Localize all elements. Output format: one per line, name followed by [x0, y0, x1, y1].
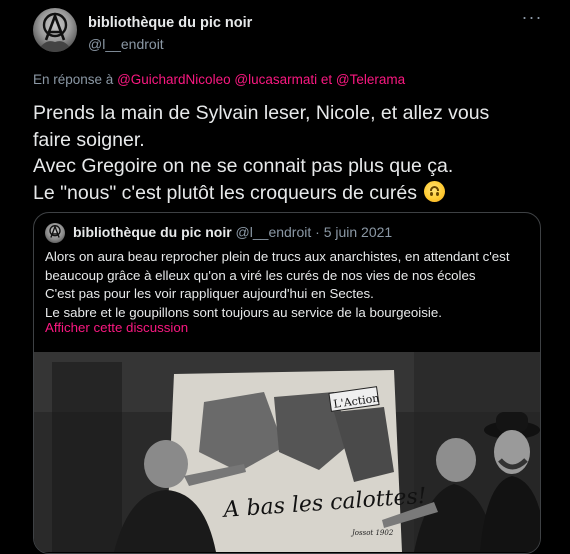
upside-down-face-icon [424, 180, 446, 202]
quote-author-handle: @l__endroit [235, 224, 312, 240]
more-dots-icon: ··· [521, 7, 543, 27]
quote-line: C'est pas pour les voir rappliquer aujou… [45, 286, 374, 301]
quote-line: Alors on aura beau reprocher plein de tr… [45, 249, 510, 264]
tweet-line: Prends la main de Sylvain leser, Nicole,… [33, 102, 490, 124]
tweet-text: Prends la main de Sylvain leser, Nicole,… [33, 100, 553, 206]
quoted-tweet-card[interactable]: bibliothèque du pic noir @l__endroit · 5… [33, 212, 541, 554]
reply-context: En réponse à @GuichardNicoleo @lucasarma… [33, 72, 405, 87]
anarchy-logo-icon [49, 224, 61, 238]
quote-header: bibliothèque du pic noir @l__endroit · 5… [73, 224, 392, 240]
author-name[interactable]: bibliothèque du pic noir [88, 15, 252, 31]
author-handle[interactable]: @l__endroit [88, 36, 164, 52]
mention-link[interactable]: @lucasarmati [234, 72, 317, 87]
mention-link[interactable]: @GuichardNicoleo [117, 72, 231, 87]
poster-signature: Jossot 1902 [350, 529, 394, 537]
reply-prefix: En réponse à [33, 72, 114, 87]
tweet: bibliothèque du pic noir @l__endroit ···… [0, 0, 570, 554]
tweet-line-text: Le "nous" c'est plutôt les croqueurs de … [33, 181, 417, 204]
historic-photo: L'Action A bas les calottes! Jossot 1902 [34, 352, 540, 552]
quote-text: Alors on aura beau reprocher plein de tr… [45, 248, 533, 322]
quote-author-name: bibliothèque du pic noir [73, 224, 232, 240]
more-options-button[interactable]: ··· [516, 7, 548, 32]
avatar[interactable] [33, 8, 77, 52]
anarchy-logo-icon [37, 12, 73, 52]
quote-avatar [45, 223, 65, 243]
show-thread-link[interactable]: Afficher cette discussion [45, 320, 188, 335]
quote-media-image[interactable]: L'Action A bas les calottes! Jossot 1902 [34, 352, 540, 552]
quote-separator: · [315, 224, 320, 240]
reply-conjunction: et [320, 72, 333, 87]
tweet-line: faire soigner. [33, 128, 145, 151]
quote-date: 5 juin 2021 [323, 224, 393, 240]
tweet-line-last: Le "nous" c'est plutôt les croqueurs de … [33, 180, 553, 207]
mention-link[interactable]: @Telerama [336, 72, 405, 87]
quote-line: beaucoup grâce à elleux qu'on a viré les… [45, 267, 476, 283]
tweet-line: Avec Gregoire on ne se connait pas plus … [33, 155, 454, 177]
